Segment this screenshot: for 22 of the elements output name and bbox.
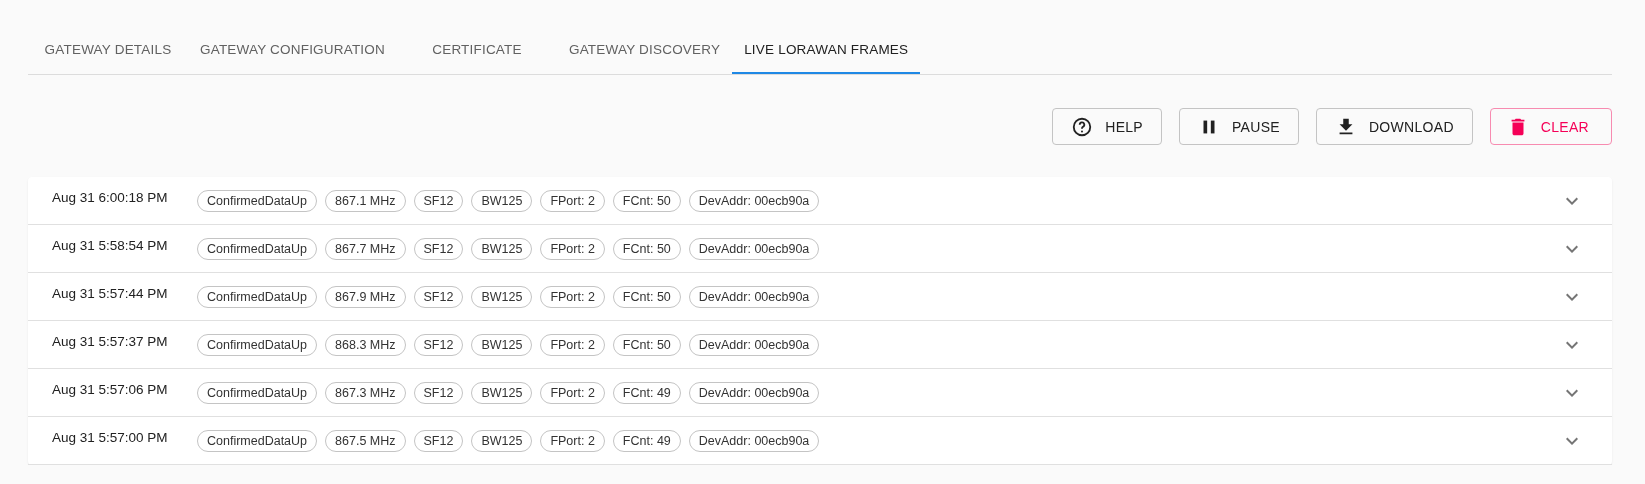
frame-time: Aug 31 5:58:54 PM [52,238,169,253]
tab[interactable]: GATEWAY CONFIGURATION [188,28,397,74]
pause-button[interactable]: PAUSE [1179,108,1299,145]
frame-row[interactable]: Aug 31 5:57:00 PM ConfirmedDataUp 867.5 MHz SF12 BW125 FPort: 2 FCnt: 49 DevAddr: 00ecb90a [28,417,1612,465]
question-circle-icon [1071,115,1094,138]
help-button[interactable]: HELP [1052,108,1162,145]
frame-time: Aug 31 5:57:37 PM [52,334,169,349]
frame-row[interactable]: Aug 31 6:00:18 PM ConfirmedDataUp 867.1 MHz SF12 BW125 FPort: 2 FCnt: 50 DevAddr: 00ecb90a [28,177,1612,225]
frame-time: Aug 31 5:57:44 PM [52,286,169,301]
frame-time: Aug 31 5:57:06 PM [52,382,169,397]
frame-row[interactable]: Aug 31 5:57:06 PM ConfirmedDataUp 867.3 MHz SF12 BW125 FPort: 2 FCnt: 49 DevAddr: 00ecb90a [28,369,1612,417]
download-button[interactable]: DOWNLOAD [1315,108,1473,145]
frame-row[interactable]: Aug 31 5:57:37 PM ConfirmedDataUp 868.3 MHz SF12 BW125 FPort: 2 FCnt: 50 DevAddr: 00ecb90a [28,321,1612,369]
tab[interactable]: GATEWAY DISCOVERY [556,28,733,74]
frame-time: Aug 31 5:57:00 PM [52,430,169,445]
frame-time: Aug 31 6:00:18 PM [52,190,169,205]
tab[interactable]: CERTIFICATE [396,28,557,74]
tab[interactable]: GATEWAY DETAILS [28,28,188,74]
frame-row[interactable]: Aug 31 5:58:54 PM ConfirmedDataUp 867.7 MHz SF12 BW125 FPort: 2 FCnt: 50 DevAddr: 00ecb90a [28,225,1612,273]
clear-button[interactable]: CLEAR [1489,108,1612,145]
frame-row[interactable]: Aug 31 5:57:44 PM ConfirmedDataUp 867.9 MHz SF12 BW125 FPort: 2 FCnt: 50 DevAddr: 00ecb90a [28,273,1612,321]
tab[interactable]: LIVE LORAWAN FRAMES [732,28,921,74]
